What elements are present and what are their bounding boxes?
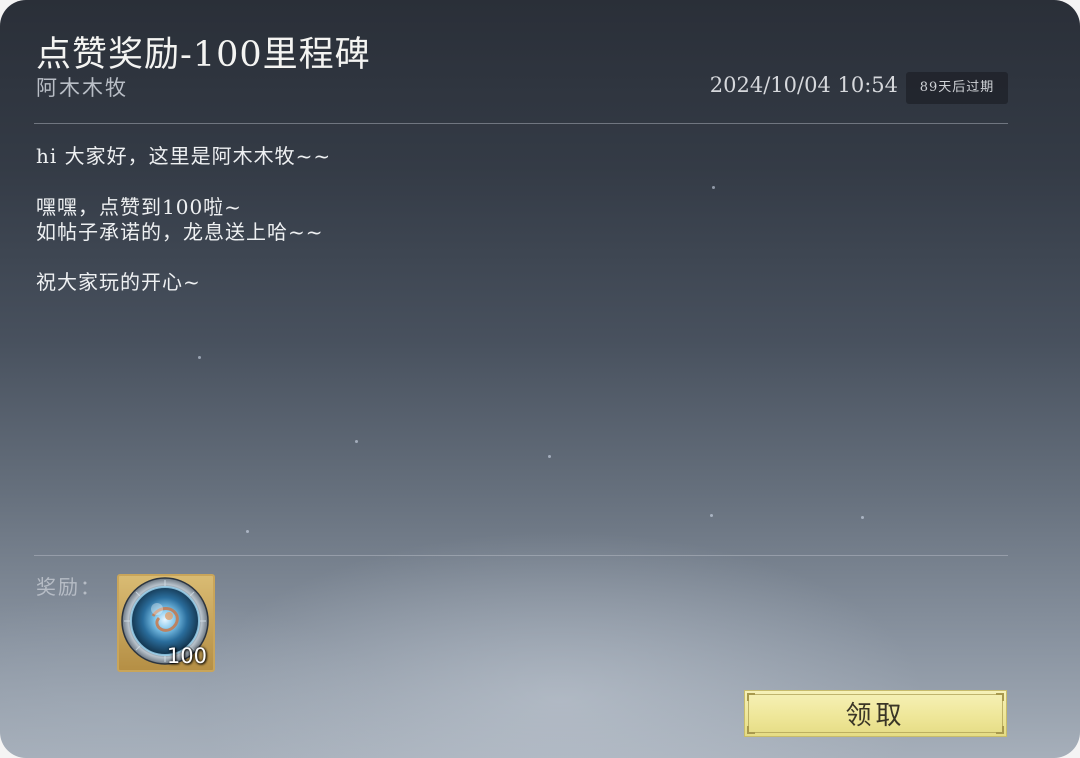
mail-body-line: hi 大家好，这里是阿木木牧~~ — [36, 144, 332, 168]
mail-body-line: 如帖子承诺的，龙息送上哈~~ — [36, 220, 324, 244]
claim-button-label: 领取 — [845, 701, 906, 731]
mail-detail-panel: 点赞奖励-100里程碑 阿木木牧 2024/10/04 10:54 89天后过期… — [0, 0, 1080, 758]
reward-label: 奖励： — [36, 575, 102, 599]
background-speck — [548, 455, 551, 458]
button-corner-ornament — [747, 693, 755, 701]
button-corner-ornament — [996, 693, 1004, 701]
reward-quantity: 100 — [166, 644, 207, 668]
background-speck — [712, 186, 715, 189]
button-corner-ornament — [996, 726, 1004, 734]
header-divider — [34, 123, 1008, 124]
reward-item-slot[interactable]: 100 — [117, 574, 215, 672]
background-speck — [861, 516, 864, 519]
mail-sender: 阿木木牧 — [36, 76, 128, 100]
mail-body-line: 祝大家玩的开心~ — [36, 270, 201, 294]
reward-divider — [34, 555, 1008, 556]
mail-date: 2024/10/04 10:54 — [709, 73, 898, 97]
expiry-badge: 89天后过期 — [906, 72, 1008, 104]
claim-button[interactable]: 领取 — [744, 690, 1007, 737]
background-speck — [710, 514, 713, 517]
mail-title: 点赞奖励-100里程碑 — [36, 35, 371, 75]
button-corner-ornament — [747, 726, 755, 734]
background-speck — [198, 356, 201, 359]
background-speck — [355, 440, 358, 443]
background-speck — [246, 530, 249, 533]
